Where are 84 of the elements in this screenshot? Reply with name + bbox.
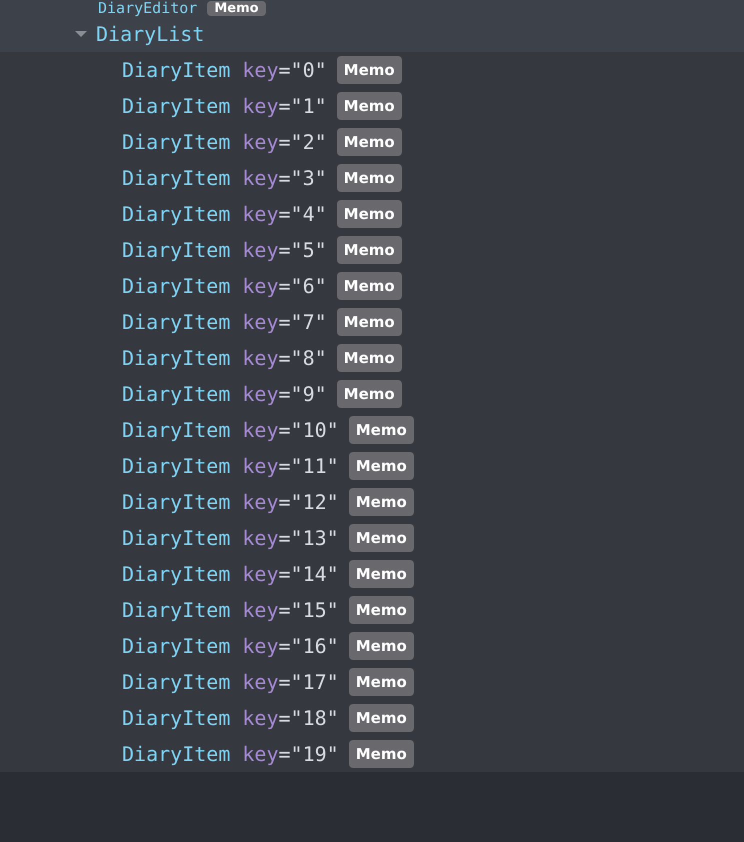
component-name[interactable]: DiaryItem <box>122 598 230 622</box>
component-name[interactable]: DiaryItem <box>122 670 230 694</box>
component-name[interactable]: DiaryItem <box>122 454 230 478</box>
memo-badge: Memo <box>336 272 402 300</box>
component-name[interactable]: DiaryItem <box>122 130 230 154</box>
prop-value: ="15" <box>278 598 339 622</box>
memo-badge: Memo <box>336 128 402 156</box>
prop-value: ="6" <box>278 274 327 298</box>
prop-name: key <box>242 58 278 82</box>
prop-name: key <box>242 598 278 622</box>
prop-name: key <box>242 166 278 190</box>
memo-badge: Memo <box>207 0 266 16</box>
component-name[interactable]: DiaryItem <box>122 418 230 442</box>
component-name[interactable]: DiaryItem <box>122 310 230 334</box>
prop-name: key <box>242 130 278 154</box>
component-name[interactable]: DiaryItem <box>122 634 230 658</box>
component-name[interactable]: DiaryItem <box>122 526 230 550</box>
prop-value: ="13" <box>278 526 339 550</box>
prop-value: ="14" <box>278 562 339 586</box>
prop-value: ="3" <box>278 166 327 190</box>
prop-name: key <box>242 382 278 406</box>
memo-badge: Memo <box>348 560 414 588</box>
component-name[interactable]: DiaryItem <box>122 742 230 766</box>
component-name[interactable]: DiaryItem <box>122 382 230 406</box>
memo-badge: Memo <box>348 668 414 696</box>
prop-name: key <box>242 346 278 370</box>
prop-value: ="12" <box>278 490 339 514</box>
prop-name: key <box>242 490 278 514</box>
memo-badge: Memo <box>336 308 402 336</box>
prop-value: ="7" <box>278 310 327 334</box>
prop-value: ="2" <box>278 130 327 154</box>
component-name[interactable]: DiaryItem <box>122 706 230 730</box>
memo-badge: Memo <box>336 236 402 264</box>
component-name[interactable]: DiaryItem <box>122 562 230 586</box>
memo-badge: Memo <box>348 740 414 768</box>
prop-value: ="8" <box>278 346 327 370</box>
memo-badge: Memo <box>348 488 414 516</box>
component-name[interactable]: DiaryItem <box>122 166 230 190</box>
prop-name: key <box>242 418 278 442</box>
memo-badge: Memo <box>336 92 402 120</box>
component-name[interactable]: DiaryItem <box>122 202 230 226</box>
prop-name: key <box>242 670 278 694</box>
prop-value: ="17" <box>278 670 339 694</box>
prop-name: key <box>242 634 278 658</box>
component-name[interactable]: DiaryEditor <box>98 0 198 17</box>
component-name[interactable]: DiaryItem <box>122 490 230 514</box>
prop-name: key <box>242 310 278 334</box>
component-name[interactable]: DiaryItem <box>122 238 230 262</box>
prop-value: ="4" <box>278 202 327 226</box>
memo-badge: Memo <box>348 416 414 444</box>
component-name[interactable]: DiaryList <box>96 22 204 46</box>
component-name[interactable]: DiaryItem <box>122 274 230 298</box>
memo-badge: Memo <box>348 596 414 624</box>
prop-name: key <box>242 706 278 730</box>
prop-name: key <box>242 562 278 586</box>
component-name[interactable]: DiaryItem <box>122 58 230 82</box>
prop-value: ="18" <box>278 706 339 730</box>
memo-badge: Memo <box>348 524 414 552</box>
prop-name: key <box>242 742 278 766</box>
prop-value: ="11" <box>278 454 339 478</box>
memo-badge: Memo <box>336 164 402 192</box>
prop-name: key <box>242 238 278 262</box>
prop-name: key <box>242 526 278 550</box>
triangle-icon <box>74 30 88 38</box>
component-name[interactable]: DiaryItem <box>122 346 230 370</box>
prop-name: key <box>242 274 278 298</box>
prop-value: ="10" <box>278 418 339 442</box>
prop-value: ="19" <box>278 742 339 766</box>
prop-name: key <box>242 454 278 478</box>
prop-value: ="1" <box>278 94 327 118</box>
memo-badge: Memo <box>336 380 402 408</box>
prop-value: ="9" <box>278 382 327 406</box>
memo-badge: Memo <box>348 704 414 732</box>
prop-name: key <box>242 202 278 226</box>
memo-badge: Memo <box>336 344 402 372</box>
memo-badge: Memo <box>336 56 402 84</box>
memo-badge: Memo <box>348 452 414 480</box>
memo-badge: Memo <box>348 632 414 660</box>
prop-name: key <box>242 94 278 118</box>
prop-value: ="16" <box>278 634 339 658</box>
prop-value: ="0" <box>278 58 327 82</box>
memo-badge: Memo <box>336 200 402 228</box>
component-name[interactable]: DiaryItem <box>122 94 230 118</box>
prop-value: ="5" <box>278 238 327 262</box>
